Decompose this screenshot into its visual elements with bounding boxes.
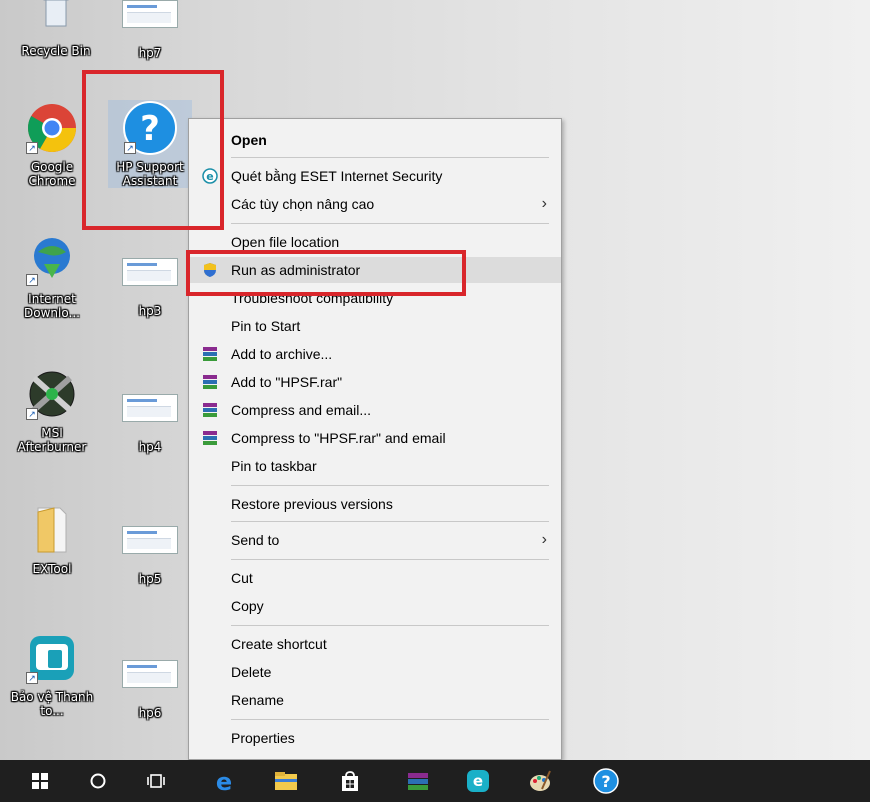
desktop-icon-extool[interactable]: EXTool bbox=[10, 502, 94, 576]
recycle-bin-icon bbox=[28, 0, 84, 40]
svg-text:?: ? bbox=[601, 772, 610, 791]
desktop-icon-bao-ve-thanh-toan[interactable]: ↗ Bảo vệ Thanh to... bbox=[10, 630, 94, 718]
desktop-icon-label: Internet Downlo... bbox=[24, 292, 80, 320]
menu-divider bbox=[231, 625, 549, 626]
winrar-icon bbox=[201, 402, 219, 418]
menu-divider bbox=[231, 157, 549, 158]
desktop-icon-internet-download-manager[interactable]: ↗ Internet Downlo... bbox=[10, 232, 94, 320]
desktop-icon-hp7[interactable]: hp7 bbox=[108, 0, 192, 60]
desktop-icon-label: hp5 bbox=[138, 572, 162, 586]
menu-item-add-to-archive[interactable]: Add to archive... bbox=[189, 341, 561, 367]
menu-item-copy[interactable]: Copy bbox=[189, 593, 561, 619]
idm-icon: ↗ bbox=[24, 232, 80, 288]
menu-item-send-to[interactable]: Send to › bbox=[189, 527, 561, 553]
image-file-icon bbox=[122, 380, 178, 436]
winrar-icon bbox=[201, 346, 219, 362]
highlight-box-run-as-admin bbox=[186, 250, 466, 296]
edge-icon[interactable]: e bbox=[200, 760, 248, 802]
context-menu: Open e Quét bằng ESET Internet Security … bbox=[188, 118, 562, 760]
svg-text:e: e bbox=[473, 772, 483, 790]
menu-divider bbox=[231, 719, 549, 720]
menu-divider bbox=[231, 559, 549, 560]
desktop-icon-hp5[interactable]: hp5 bbox=[108, 512, 192, 586]
desktop-icon-label: hp3 bbox=[138, 304, 162, 318]
menu-item-pin-to-start[interactable]: Pin to Start bbox=[189, 313, 561, 339]
shortcut-arrow-icon: ↗ bbox=[26, 408, 38, 420]
paint-icon[interactable] bbox=[516, 760, 564, 802]
menu-item-cut[interactable]: Cut bbox=[189, 565, 561, 591]
highlight-box-app-icon bbox=[82, 70, 224, 230]
menu-item-eset-scan[interactable]: e Quét bằng ESET Internet Security bbox=[189, 163, 561, 189]
menu-item-open[interactable]: Open bbox=[189, 127, 561, 153]
hp-support-icon[interactable]: ? bbox=[582, 760, 630, 802]
desktop-icon-label: hp7 bbox=[138, 46, 162, 60]
shortcut-arrow-icon: ↗ bbox=[26, 274, 38, 286]
menu-item-rename[interactable]: Rename bbox=[189, 687, 561, 713]
svg-text:e: e bbox=[216, 769, 232, 793]
menu-item-delete[interactable]: Delete bbox=[189, 659, 561, 685]
menu-divider bbox=[231, 485, 549, 486]
image-file-icon bbox=[122, 0, 178, 42]
menu-item-compress-and-email[interactable]: Compress and email... bbox=[189, 397, 561, 423]
menu-item-properties[interactable]: Properties bbox=[189, 725, 561, 751]
file-explorer-icon[interactable] bbox=[262, 760, 310, 802]
start-icon[interactable] bbox=[16, 760, 64, 802]
desktop-icon-label: hp4 bbox=[138, 440, 162, 454]
desktop-icon-label: hp6 bbox=[138, 706, 162, 720]
menu-item-create-shortcut[interactable]: Create shortcut bbox=[189, 631, 561, 657]
chrome-icon: ↗ bbox=[24, 100, 80, 156]
image-file-icon bbox=[122, 512, 178, 568]
winrar-icon[interactable] bbox=[394, 760, 442, 802]
menu-divider bbox=[231, 223, 549, 224]
menu-item-restore-previous-versions[interactable]: Restore previous versions bbox=[189, 491, 561, 517]
menu-item-compress-to-rar-and-email[interactable]: Compress to "HPSF.rar" and email bbox=[189, 425, 561, 451]
desktop-icon-hp3[interactable]: hp3 bbox=[108, 244, 192, 318]
winrar-icon bbox=[201, 374, 219, 390]
winrar-icon bbox=[201, 430, 219, 446]
shortcut-arrow-icon: ↗ bbox=[26, 672, 38, 684]
shortcut-arrow-icon: ↗ bbox=[26, 142, 38, 154]
msi-afterburner-icon: ↗ bbox=[24, 366, 80, 422]
desktop-icon-hp6[interactable]: hp6 bbox=[108, 646, 192, 720]
desktop-icon-recycle-bin[interactable]: Recycle Bin bbox=[14, 0, 98, 58]
chevron-right-icon: › bbox=[541, 195, 547, 212]
desktop-icon-msi-afterburner[interactable]: ↗ MSI Afterburner bbox=[10, 366, 94, 454]
desktop-icon-label: EXTool bbox=[32, 562, 72, 576]
desktop-icon-hp4[interactable]: hp4 bbox=[108, 380, 192, 454]
menu-item-pin-to-taskbar[interactable]: Pin to taskbar bbox=[189, 453, 561, 479]
search-icon[interactable] bbox=[74, 760, 122, 802]
image-file-icon bbox=[122, 244, 178, 300]
chevron-right-icon: › bbox=[541, 531, 547, 548]
desktop-icon-label: MSI Afterburner bbox=[17, 426, 87, 454]
desktop: Recycle Bin ↗ Google Chrome ↗ Internet D… bbox=[0, 0, 870, 760]
image-file-icon bbox=[122, 646, 178, 702]
desktop-icon-label: Recycle Bin bbox=[21, 44, 91, 58]
menu-item-eset-advanced[interactable]: Các tùy chọn nâng cao › bbox=[189, 191, 561, 217]
banking-protection-icon: ↗ bbox=[24, 630, 80, 686]
desktop-icon-label: Bảo vệ Thanh to... bbox=[10, 690, 94, 718]
store-icon[interactable] bbox=[326, 760, 374, 802]
menu-divider bbox=[231, 521, 549, 522]
eset-icon[interactable]: e bbox=[454, 760, 502, 802]
task-view-icon[interactable] bbox=[132, 760, 180, 802]
folder-zip-icon bbox=[24, 502, 80, 558]
menu-item-add-to-rar[interactable]: Add to "HPSF.rar" bbox=[189, 369, 561, 395]
taskbar: e e ? bbox=[0, 760, 870, 802]
